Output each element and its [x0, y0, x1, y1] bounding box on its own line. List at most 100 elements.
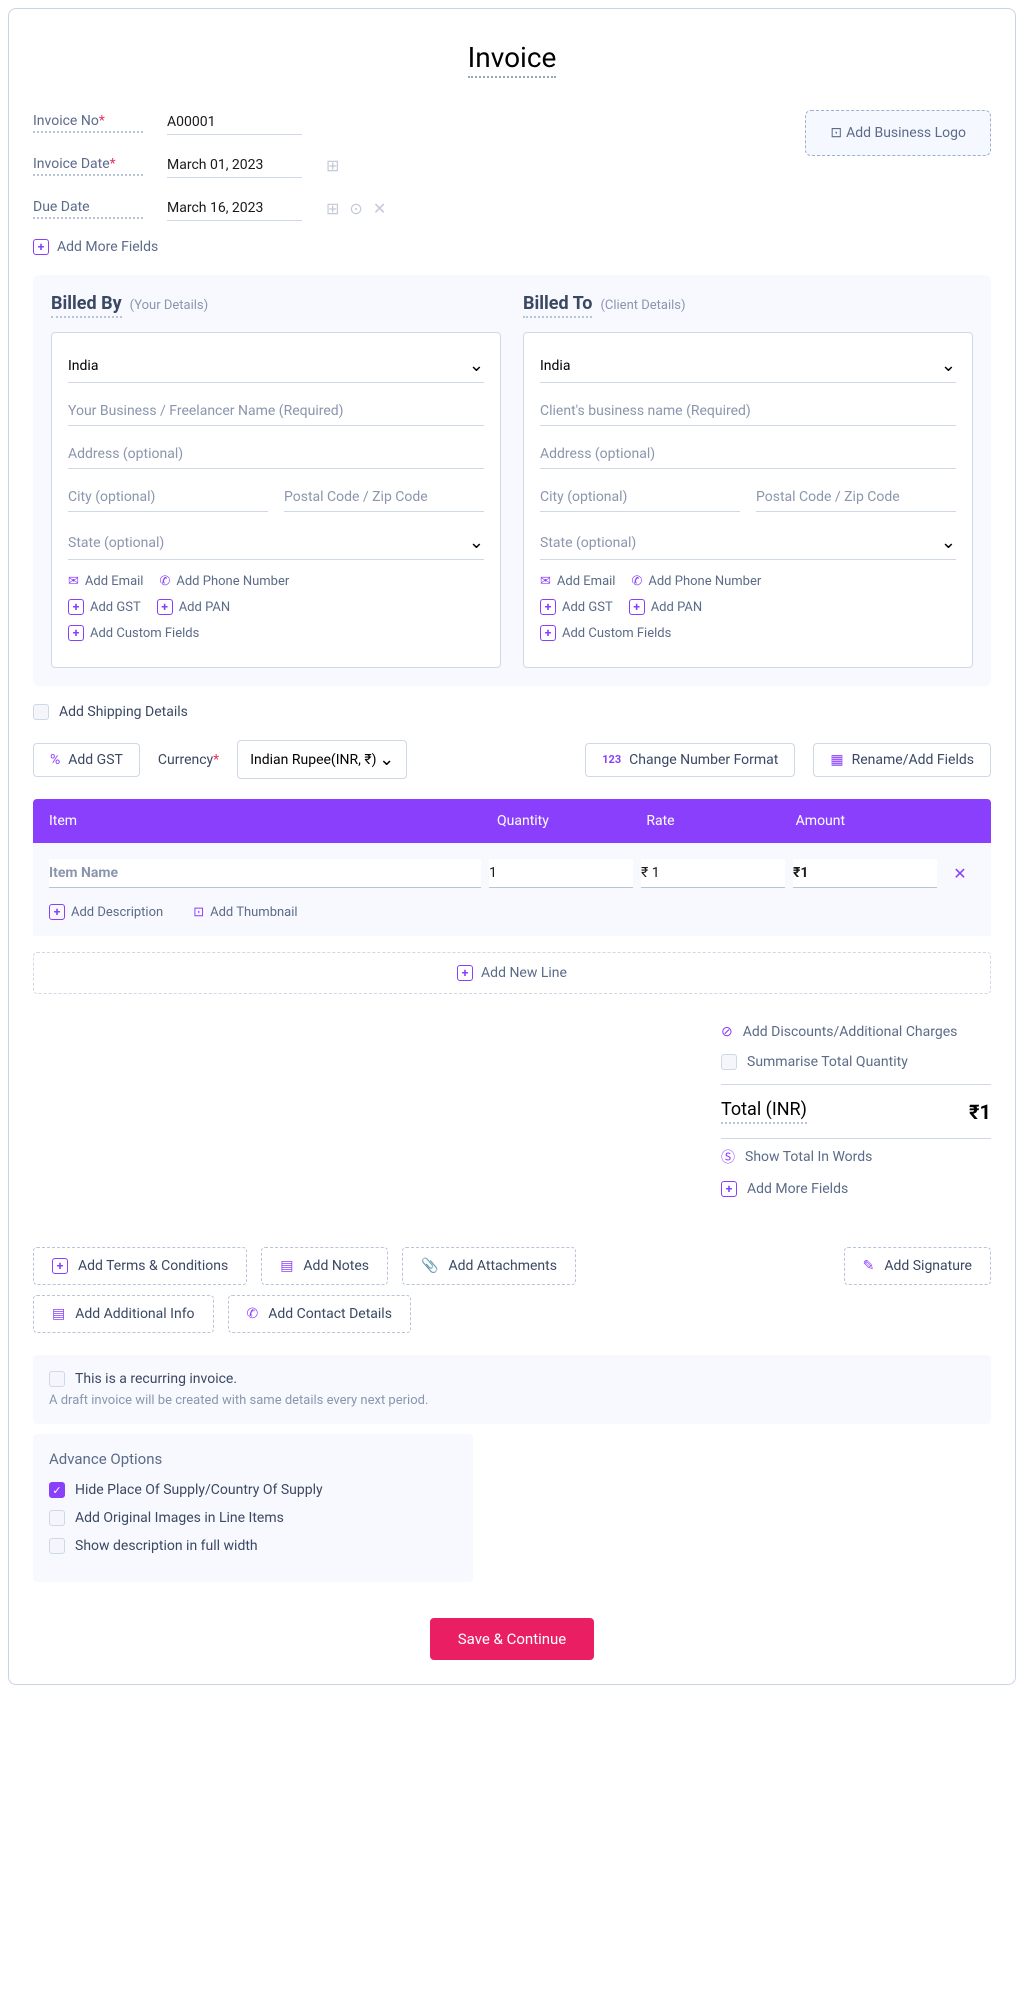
shipping-checkbox[interactable]: Add Shipping Details [33, 704, 991, 720]
billed-to-state-select[interactable]: State (optional)⌄ [540, 526, 956, 560]
add-contact-button[interactable]: ✆Add Contact Details [228, 1295, 411, 1333]
adv-option-images[interactable]: Add Original Images in Line Items [49, 1510, 457, 1526]
close-icon[interactable]: ✕ [373, 199, 386, 218]
remove-item-button[interactable]: ✕ [945, 864, 975, 883]
billed-to-panel: Billed To(Client Details) India⌄ State (… [523, 293, 973, 668]
billed-to-name-input[interactable] [540, 397, 956, 426]
billed-to-address-input[interactable] [540, 440, 956, 469]
add-logo-button[interactable]: ⊡Add Business Logo [805, 110, 991, 156]
checkbox-icon [33, 704, 49, 720]
billed-by-sub: (Your Details) [130, 298, 209, 313]
billed-by-add-email[interactable]: ✉Add Email [68, 574, 143, 589]
billed-to-add-pan[interactable]: +Add PAN [629, 599, 702, 615]
add-more-fields-button[interactable]: + Add More Fields [33, 239, 781, 255]
currency-label: Currency* [158, 752, 219, 768]
add-line-button[interactable]: +Add New Line [33, 952, 991, 994]
billed-by-state-select[interactable]: State (optional)⌄ [68, 526, 484, 560]
add-total-fields-button[interactable]: +Add More Fields [721, 1181, 991, 1197]
add-attachments-button[interactable]: 📎Add Attachments [402, 1247, 576, 1285]
item-name-input[interactable] [49, 859, 481, 888]
add-terms-button[interactable]: +Add Terms & Conditions [33, 1247, 247, 1285]
billed-by-add-phone[interactable]: ✆Add Phone Number [159, 574, 289, 589]
add-description-button[interactable]: +Add Description [49, 904, 163, 920]
billed-to-sub: (Client Details) [600, 298, 685, 313]
billed-to-country-select[interactable]: India⌄ [540, 349, 956, 383]
mail-icon: ✉ [68, 574, 79, 589]
phone-icon: ✆ [159, 574, 170, 589]
recurring-checkbox[interactable]: This is a recurring invoice. [49, 1371, 975, 1387]
qty-col-header: Quantity [497, 813, 646, 829]
add-notes-button[interactable]: ▤Add Notes [261, 1247, 388, 1285]
billed-by-add-custom[interactable]: +Add Custom Fields [68, 625, 199, 641]
plus-icon: + [721, 1181, 737, 1197]
percent-icon: % [50, 752, 60, 768]
plus-icon: + [540, 625, 556, 641]
number-icon: 123 [602, 753, 621, 766]
checkbox-icon [721, 1054, 737, 1070]
tag-icon: ⊘ [721, 1024, 733, 1040]
chevron-down-icon: ⌄ [941, 355, 956, 376]
total-label: Total (INR) [721, 1099, 807, 1124]
items-table-header: Item Quantity Rate Amount [33, 799, 991, 843]
billed-by-name-input[interactable] [68, 397, 484, 426]
add-discounts-button[interactable]: ⊘Add Discounts/Additional Charges [721, 1024, 991, 1040]
summarise-checkbox[interactable]: Summarise Total Quantity [721, 1054, 991, 1070]
billed-to-zip-input[interactable] [756, 483, 956, 512]
billed-by-city-input[interactable] [68, 483, 268, 512]
billed-by-add-pan[interactable]: +Add PAN [157, 599, 230, 615]
pen-icon: ✎ [863, 1258, 875, 1274]
billed-to-add-phone[interactable]: ✆Add Phone Number [631, 574, 761, 589]
invoice-date-label: Invoice Date* [33, 156, 143, 176]
calendar-icon[interactable]: ⊞ [326, 156, 339, 175]
billed-to-add-gst[interactable]: +Add GST [540, 599, 613, 615]
image-icon: ⊡ [193, 905, 204, 920]
due-date-input[interactable] [167, 196, 302, 221]
save-button[interactable]: Save & Continue [430, 1618, 595, 1660]
invoice-date-input[interactable] [167, 153, 302, 178]
invoice-no-input[interactable] [167, 110, 302, 135]
rename-fields-button[interactable]: ▦Rename/Add Fields [813, 743, 991, 777]
billed-to-add-email[interactable]: ✉Add Email [540, 574, 615, 589]
gear-icon[interactable]: ⊙ [349, 199, 362, 218]
page-title[interactable]: Invoice [468, 41, 557, 78]
mail-icon: ✉ [540, 574, 551, 589]
checkbox-icon [49, 1538, 65, 1554]
notes-icon: ▤ [52, 1306, 65, 1322]
amount-col-header: Amount [796, 813, 945, 829]
show-words-button[interactable]: ⓈShow Total In Words [721, 1147, 991, 1167]
chevron-down-icon: ⌄ [469, 532, 484, 553]
plus-icon: + [68, 625, 84, 641]
billed-by-country-select[interactable]: India⌄ [68, 349, 484, 383]
currency-select[interactable]: Indian Rupee(INR, ₹)⌄ [237, 740, 407, 779]
billed-by-title: Billed By [51, 293, 122, 318]
adv-option-hide-supply[interactable]: ✓Hide Place Of Supply/Country Of Supply [49, 1482, 457, 1498]
plus-icon: + [49, 904, 65, 920]
add-info-button[interactable]: ▤Add Additional Info [33, 1295, 214, 1333]
add-signature-button[interactable]: ✎Add Signature [844, 1247, 991, 1285]
add-gst-button[interactable]: %Add GST [33, 743, 140, 777]
plus-icon: + [52, 1258, 68, 1274]
rate-input[interactable] [641, 859, 785, 888]
adv-option-fullwidth[interactable]: Show description in full width [49, 1538, 457, 1554]
billed-to-add-custom[interactable]: +Add Custom Fields [540, 625, 671, 641]
billed-by-address-input[interactable] [68, 440, 484, 469]
phone-icon: ✆ [247, 1306, 259, 1322]
billed-by-panel: Billed By (Your Details) India⌄ State (op… [51, 293, 501, 668]
chevron-down-icon: ⌄ [469, 355, 484, 376]
checkbox-icon [49, 1510, 65, 1526]
table-icon: ▦ [830, 752, 843, 768]
billed-by-zip-input[interactable] [284, 483, 484, 512]
chevron-down-icon: ⌄ [941, 532, 956, 553]
quantity-input[interactable] [489, 859, 633, 888]
plus-icon: + [68, 599, 84, 615]
invoice-no-label: Invoice No* [33, 113, 143, 133]
add-thumbnail-button[interactable]: ⊡Add Thumbnail [193, 904, 297, 920]
billed-to-city-input[interactable] [540, 483, 740, 512]
calendar-icon[interactable]: ⊞ [326, 199, 339, 218]
circle-s-icon: Ⓢ [721, 1147, 735, 1167]
number-format-button[interactable]: 123Change Number Format [585, 743, 795, 777]
amount-input[interactable] [793, 859, 937, 888]
billed-by-add-gst[interactable]: +Add GST [68, 599, 141, 615]
item-col-header: Item [49, 813, 497, 829]
item-row: ✕ [33, 843, 991, 904]
